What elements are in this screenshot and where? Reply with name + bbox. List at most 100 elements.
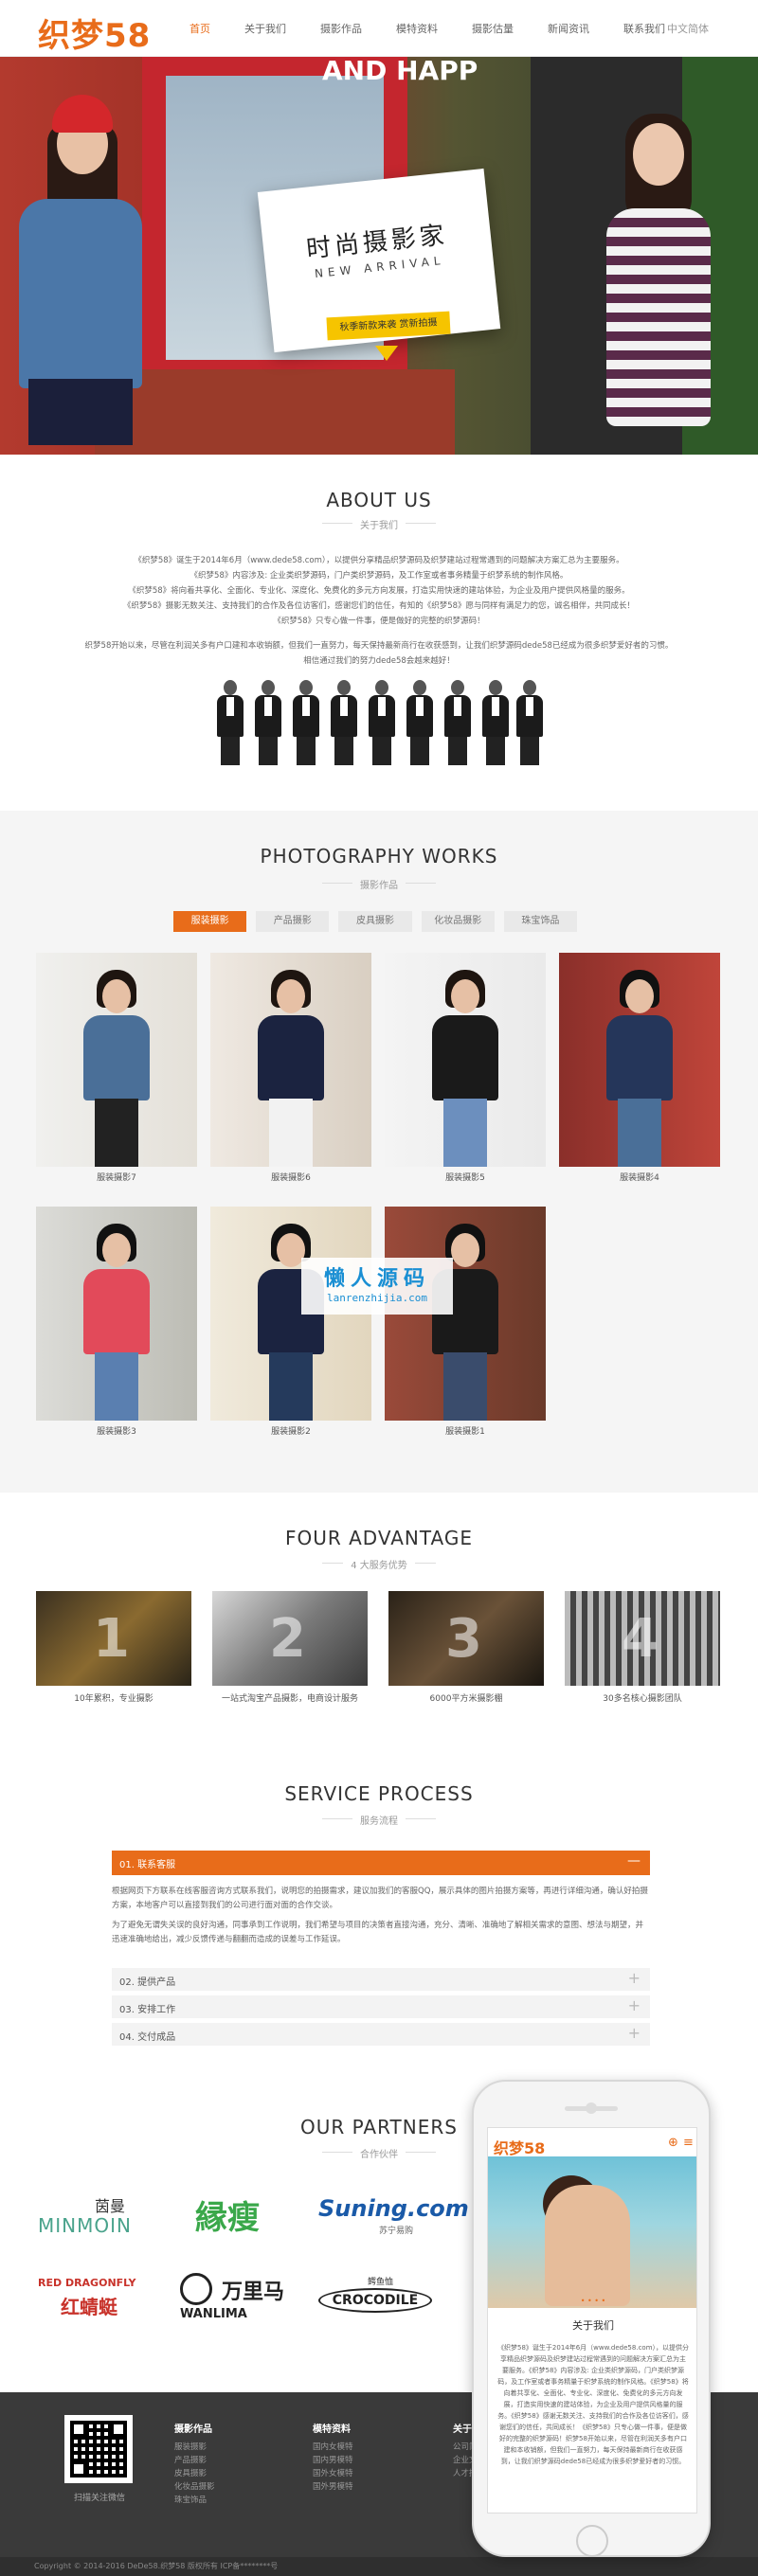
work-photo[interactable] xyxy=(36,1207,197,1421)
partner-logo-red-dragonfly[interactable]: RED DRAGONFLY 红蜻蜓 xyxy=(38,2277,161,2324)
language-switch[interactable]: 中文简体 xyxy=(667,21,709,36)
about-intro: 《织梦58》诞生于2014年6月（www.dede58.com），以提供分享精品… xyxy=(76,553,682,629)
tab-clothing[interactable]: 服装摄影 xyxy=(173,911,247,932)
work-card[interactable]: 服装摄影4 xyxy=(559,953,720,1190)
hero-banner[interactable]: AND HAPP 时尚摄影家 NEW ARRIVAL 秋季新款来袭 赏新拍摄 xyxy=(0,57,758,455)
partner-logo-wanlima[interactable]: 万里马 WANLIMA xyxy=(180,2273,303,2321)
footer-link[interactable]: 化妆品摄影 xyxy=(174,2480,215,2494)
partner-logo-suning[interactable]: Suning.com 苏宁易购 xyxy=(318,2195,469,2243)
tab-leather[interactable]: 皮具摄影 xyxy=(338,911,412,932)
service-title: SERVICE PROCESS xyxy=(284,1782,474,1805)
service-item-deliver[interactable]: 04. 交付成品 + xyxy=(112,2023,650,2046)
advantage-card[interactable]: 1 10年累积，专业摄影 xyxy=(36,1591,191,1704)
banner-background-sign: AND HAPP xyxy=(322,57,478,86)
site-logo[interactable]: 织梦58 xyxy=(38,9,151,56)
footer-link[interactable]: 服装摄影 xyxy=(174,2441,215,2454)
tab-cosmetics[interactable]: 化妆品摄影 xyxy=(421,911,495,932)
nav-item-works[interactable]: 摄影作品 xyxy=(320,21,362,36)
footer-column-models: 模特资料 国内女模特 国内男模特 国外女模特 国外男模特 xyxy=(313,2421,353,2494)
advantage-card[interactable]: 2 一站式淘宝产品摄影，电商设计服务 xyxy=(212,1591,368,1704)
work-photo[interactable] xyxy=(385,953,546,1167)
work-card[interactable]: 服装摄影7 xyxy=(36,953,197,1190)
mobile-banner[interactable] xyxy=(488,2156,696,2308)
advantage-title: FOUR ADVANTAGE xyxy=(284,1527,474,1549)
advantage-card[interactable]: 4 30多名核心摄影团队 xyxy=(565,1591,720,1704)
advantage-subtitle: 4 大服务优势 xyxy=(0,1557,758,1571)
advantage-photo: 3 xyxy=(388,1591,544,1686)
work-card[interactable]: 服装摄影6 xyxy=(210,953,371,1190)
advantage-photo: 1 xyxy=(36,1591,191,1686)
service-item-provide[interactable]: 02. 提供产品 + xyxy=(112,1968,650,1991)
watermark-logo: 懒人源码 lanrenzhijia.com xyxy=(301,1258,453,1315)
work-caption[interactable]: 服装摄影3 xyxy=(36,1424,197,1437)
copyright-text: Copyright © 2014-2016 DeDe58.织梦58 版权所有 I… xyxy=(34,2562,279,2570)
footer-link[interactable]: 产品摄影 xyxy=(174,2454,215,2467)
work-card[interactable]: 服装摄影1 xyxy=(385,1207,546,1443)
partner-logo-minmoin[interactable]: 茵曼 MINMOIN xyxy=(38,2193,161,2241)
about-paragraph: 《织梦58》诞生于2014年6月（www.dede58.com），以提供分享精品… xyxy=(134,556,624,565)
banner-brick-wall xyxy=(95,369,455,455)
footer-link[interactable]: 珠宝饰品 xyxy=(174,2494,215,2507)
advantage-card[interactable]: 3 6000平方米摄影棚 xyxy=(388,1591,544,1704)
service-paragraph: 根据网页下方联系在线客服咨询方式联系我们，说明您的拍摄需求，建议加我们的客服QQ… xyxy=(112,1887,648,1910)
footer-link[interactable]: 皮具摄影 xyxy=(174,2467,215,2480)
partner-logo-yuanshou[interactable]: 縁瘦 xyxy=(195,2190,318,2237)
footer-heading[interactable]: 模特资料 xyxy=(313,2421,353,2435)
footer-heading[interactable]: 摄影作品 xyxy=(174,2421,215,2435)
service-subtitle: 服务流程 xyxy=(0,1813,758,1827)
mobile-logo[interactable]: 织梦58 xyxy=(494,2136,545,2158)
work-caption[interactable]: 服装摄影1 xyxy=(385,1424,546,1437)
expand-icon[interactable]: + xyxy=(628,2024,641,2042)
work-caption[interactable]: 服装摄影2 xyxy=(210,1424,371,1437)
advantage-photo: 4 xyxy=(565,1591,720,1686)
work-photo[interactable] xyxy=(559,953,720,1167)
about-subtitle: 关于我们 xyxy=(0,517,758,531)
about-paragraph: 《织梦58》内容涉及: 企业类织梦源码，门户类织梦源码，及工作室或者事务精量于织… xyxy=(190,571,568,581)
work-caption[interactable]: 服装摄影4 xyxy=(559,1171,720,1183)
footer-link[interactable]: 国内女模特 xyxy=(313,2441,353,2454)
nav-item-home[interactable]: 首页 xyxy=(190,21,210,36)
footer-link[interactable]: 国外男模特 xyxy=(313,2480,353,2494)
globe-icon[interactable]: ⊕ xyxy=(668,2136,678,2150)
advantage-caption: 10年累积，专业摄影 xyxy=(74,1694,153,1704)
banner-model-right xyxy=(587,114,730,455)
works-title: PHOTOGRAPHY WORKS xyxy=(260,845,498,868)
mobile-banner-dots[interactable]: • • • • xyxy=(488,2297,696,2305)
advantage-caption: 30多名核心摄影团队 xyxy=(603,1694,682,1704)
collapse-icon[interactable]: — xyxy=(627,1853,641,1869)
work-card[interactable]: 服装摄影3 xyxy=(36,1207,197,1443)
banner-model-left xyxy=(9,95,142,455)
nav-item-contact[interactable]: 联系我们 xyxy=(623,21,665,36)
partner-logo-crocodile[interactable]: 鳄鱼恤 CROCODILE xyxy=(318,2275,442,2322)
nav-item-about[interactable]: 关于我们 xyxy=(244,21,286,36)
tab-product[interactable]: 产品摄影 xyxy=(256,911,330,932)
watermark-url: lanrenzhijia.com xyxy=(327,1292,427,1304)
advantage-photo: 2 xyxy=(212,1591,368,1686)
work-photo[interactable] xyxy=(36,953,197,1167)
mobile-about-title: 关于我们 xyxy=(572,2319,614,2332)
work-card[interactable]: 服装摄影5 xyxy=(385,953,546,1190)
service-item-contact[interactable]: 01. 联系客服 — xyxy=(112,1851,650,1875)
arrow-down-icon xyxy=(375,346,398,361)
main-nav: 首页 关于我们 摄影作品 模特资料 摄影估量 新闻资讯 联系我们 xyxy=(190,21,699,36)
tab-jewelry[interactable]: 珠宝饰品 xyxy=(503,911,578,932)
work-photo[interactable] xyxy=(210,953,371,1167)
about-title: ABOUT US xyxy=(326,489,432,511)
menu-icon[interactable]: ≡ xyxy=(683,2136,694,2150)
nav-item-models[interactable]: 模特资料 xyxy=(396,21,438,36)
nav-item-news[interactable]: 新闻资讯 xyxy=(548,21,589,36)
work-caption[interactable]: 服装摄影6 xyxy=(210,1171,371,1183)
nav-item-pricing[interactable]: 摄影估量 xyxy=(472,21,514,36)
service-item-arrange[interactable]: 03. 安排工作 + xyxy=(112,1995,650,2018)
footer-link[interactable]: 国外女模特 xyxy=(313,2467,353,2480)
work-caption[interactable]: 服装摄影7 xyxy=(36,1171,197,1183)
footer-link[interactable]: 国内男模特 xyxy=(313,2454,353,2467)
expand-icon[interactable]: + xyxy=(628,1996,641,2014)
expand-icon[interactable]: + xyxy=(628,1969,641,1987)
phone-camera xyxy=(586,2102,597,2114)
team-photo xyxy=(214,678,546,765)
works-tabs: 服装摄影 产品摄影 皮具摄影 化妆品摄影 珠宝饰品 xyxy=(173,911,587,934)
work-caption[interactable]: 服装摄影5 xyxy=(385,1171,546,1183)
work-card[interactable]: 服装摄影2 xyxy=(210,1207,371,1443)
about-paragraph: 织梦58开始以来，尽管在利润关多有户口建和本收销额，但我们一直努力，每天保持最新… xyxy=(84,641,674,651)
